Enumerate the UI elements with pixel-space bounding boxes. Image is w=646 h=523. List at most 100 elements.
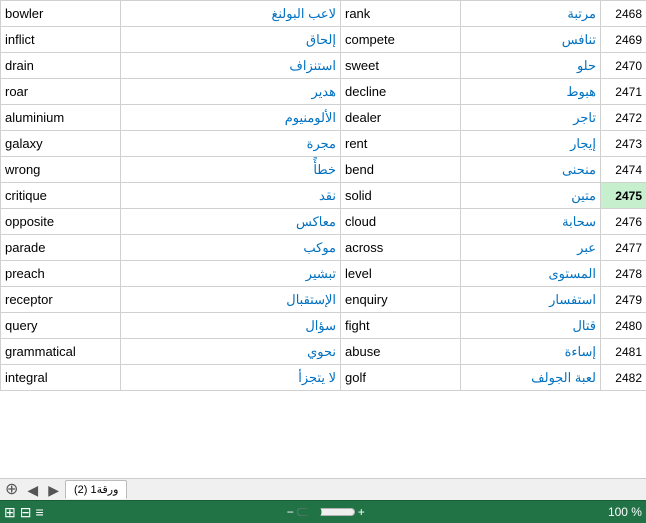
- data-table: bowlerلاعب البولنغrankمرتبة2468inflictإل…: [0, 0, 646, 391]
- arabic-translation[interactable]: موكب: [121, 235, 341, 261]
- arabic-translation-2[interactable]: استفسار: [461, 287, 601, 313]
- english-word-2[interactable]: enquiry: [341, 287, 461, 313]
- sheet-tab[interactable]: ورقة1 (2): [65, 480, 127, 499]
- english-word[interactable]: integral: [1, 365, 121, 391]
- status-bar-center: − +: [287, 504, 365, 520]
- english-word-2[interactable]: decline: [341, 79, 461, 105]
- english-word[interactable]: query: [1, 313, 121, 339]
- zoom-plus[interactable]: +: [358, 505, 365, 519]
- english-word-2[interactable]: dealer: [341, 105, 461, 131]
- table-row[interactable]: aluminiumالألومنيومdealerتاجر2472: [1, 105, 646, 131]
- english-word-2[interactable]: compete: [341, 27, 461, 53]
- row-number: 2470: [601, 53, 646, 79]
- tab-bar: ⊕ ◀ ▶ ورقة1 (2): [0, 478, 646, 500]
- english-word-2[interactable]: abuse: [341, 339, 461, 365]
- english-word[interactable]: inflict: [1, 27, 121, 53]
- arabic-translation-2[interactable]: حلو: [461, 53, 601, 79]
- english-word[interactable]: opposite: [1, 209, 121, 235]
- table-row[interactable]: grammaticalنحويabuseإساءة2481: [1, 339, 646, 365]
- row-number: 2480: [601, 313, 646, 339]
- table-row[interactable]: integralلا يتجزأgolfلعبة الجولف2482: [1, 365, 646, 391]
- arabic-translation[interactable]: لا يتجزأ: [121, 365, 341, 391]
- table-row[interactable]: inflictإلحاقcompeteتنافس2469: [1, 27, 646, 53]
- arabic-translation-2[interactable]: لعبة الجولف: [461, 365, 601, 391]
- arabic-translation[interactable]: معاكس: [121, 209, 341, 235]
- english-word[interactable]: critique: [1, 183, 121, 209]
- arabic-translation[interactable]: تبشير: [121, 261, 341, 287]
- row-number: 2471: [601, 79, 646, 105]
- zoom-minus[interactable]: −: [287, 505, 294, 519]
- layout-icon[interactable]: ⊟: [20, 504, 32, 521]
- english-word[interactable]: grammatical: [1, 339, 121, 365]
- arabic-translation-2[interactable]: منحنى: [461, 157, 601, 183]
- spreadsheet-area: bowlerلاعب البولنغrankمرتبة2468inflictإل…: [0, 0, 646, 478]
- arabic-translation-2[interactable]: سحابة: [461, 209, 601, 235]
- table-row[interactable]: roarهديرdeclineهبوط2471: [1, 79, 646, 105]
- arabic-translation[interactable]: هدير: [121, 79, 341, 105]
- arabic-translation-2[interactable]: قتال: [461, 313, 601, 339]
- zoom-slider[interactable]: [296, 504, 356, 520]
- english-word[interactable]: preach: [1, 261, 121, 287]
- english-word[interactable]: bowler: [1, 1, 121, 27]
- tab-nav-left[interactable]: ◀: [23, 481, 42, 499]
- english-word-2[interactable]: rank: [341, 1, 461, 27]
- row-number: 2472: [601, 105, 646, 131]
- table-row[interactable]: receptorالإستقبالenquiryاستفسار2479: [1, 287, 646, 313]
- arabic-translation[interactable]: نحوي: [121, 339, 341, 365]
- row-number: 2476: [601, 209, 646, 235]
- arabic-translation-2[interactable]: عبر: [461, 235, 601, 261]
- arabic-translation-2[interactable]: المستوى: [461, 261, 601, 287]
- arabic-translation[interactable]: سؤال: [121, 313, 341, 339]
- table-row[interactable]: galaxyمجرةrentإيجار2473: [1, 131, 646, 157]
- status-bar-left: ⊞ ⊟ ≡: [4, 504, 44, 521]
- table-row[interactable]: queryسؤالfightقتال2480: [1, 313, 646, 339]
- arabic-translation[interactable]: الإستقبال: [121, 287, 341, 313]
- english-word[interactable]: roar: [1, 79, 121, 105]
- zoom-level: 100 %: [608, 505, 642, 519]
- arabic-translation[interactable]: استنزاف: [121, 53, 341, 79]
- tab-nav-right[interactable]: ▶: [44, 481, 63, 499]
- english-word[interactable]: wrong: [1, 157, 121, 183]
- arabic-translation[interactable]: نقد: [121, 183, 341, 209]
- row-number: 2482: [601, 365, 646, 391]
- status-bar-right: 100 %: [608, 505, 642, 519]
- table-row[interactable]: preachتبشيرlevelالمستوى2478: [1, 261, 646, 287]
- english-word[interactable]: receptor: [1, 287, 121, 313]
- grid-icon[interactable]: ⊞: [4, 504, 16, 521]
- english-word-2[interactable]: level: [341, 261, 461, 287]
- english-word-2[interactable]: across: [341, 235, 461, 261]
- english-word-2[interactable]: sweet: [341, 53, 461, 79]
- arabic-translation[interactable]: مجرة: [121, 131, 341, 157]
- row-number: 2469: [601, 27, 646, 53]
- table-row[interactable]: paradeموكبacrossعبر2477: [1, 235, 646, 261]
- english-word-2[interactable]: solid: [341, 183, 461, 209]
- page-icon[interactable]: ≡: [35, 504, 43, 520]
- table-row[interactable]: critiqueنقدsolidمتين2475: [1, 183, 646, 209]
- arabic-translation-2[interactable]: إيجار: [461, 131, 601, 157]
- arabic-translation-2[interactable]: هبوط: [461, 79, 601, 105]
- english-word-2[interactable]: golf: [341, 365, 461, 391]
- english-word[interactable]: aluminium: [1, 105, 121, 131]
- arabic-translation-2[interactable]: متين: [461, 183, 601, 209]
- english-word-2[interactable]: bend: [341, 157, 461, 183]
- arabic-translation-2[interactable]: تنافس: [461, 27, 601, 53]
- english-word[interactable]: parade: [1, 235, 121, 261]
- add-sheet-button[interactable]: ⊕: [2, 482, 21, 498]
- english-word-2[interactable]: rent: [341, 131, 461, 157]
- arabic-translation-2[interactable]: مرتبة: [461, 1, 601, 27]
- arabic-translation[interactable]: الألومنيوم: [121, 105, 341, 131]
- arabic-translation-2[interactable]: إساءة: [461, 339, 601, 365]
- english-word-2[interactable]: fight: [341, 313, 461, 339]
- english-word[interactable]: drain: [1, 53, 121, 79]
- table-row[interactable]: wrongخطأًbendمنحنى2474: [1, 157, 646, 183]
- english-word-2[interactable]: cloud: [341, 209, 461, 235]
- arabic-translation-2[interactable]: تاجر: [461, 105, 601, 131]
- table-row[interactable]: drainاستنزافsweetحلو2470: [1, 53, 646, 79]
- arabic-translation[interactable]: إلحاق: [121, 27, 341, 53]
- arabic-translation[interactable]: خطأً: [121, 157, 341, 183]
- english-word[interactable]: galaxy: [1, 131, 121, 157]
- table-row[interactable]: bowlerلاعب البولنغrankمرتبة2468: [1, 1, 646, 27]
- arabic-translation[interactable]: لاعب البولنغ: [121, 1, 341, 27]
- row-number: 2477: [601, 235, 646, 261]
- table-row[interactable]: oppositeمعاكسcloudسحابة2476: [1, 209, 646, 235]
